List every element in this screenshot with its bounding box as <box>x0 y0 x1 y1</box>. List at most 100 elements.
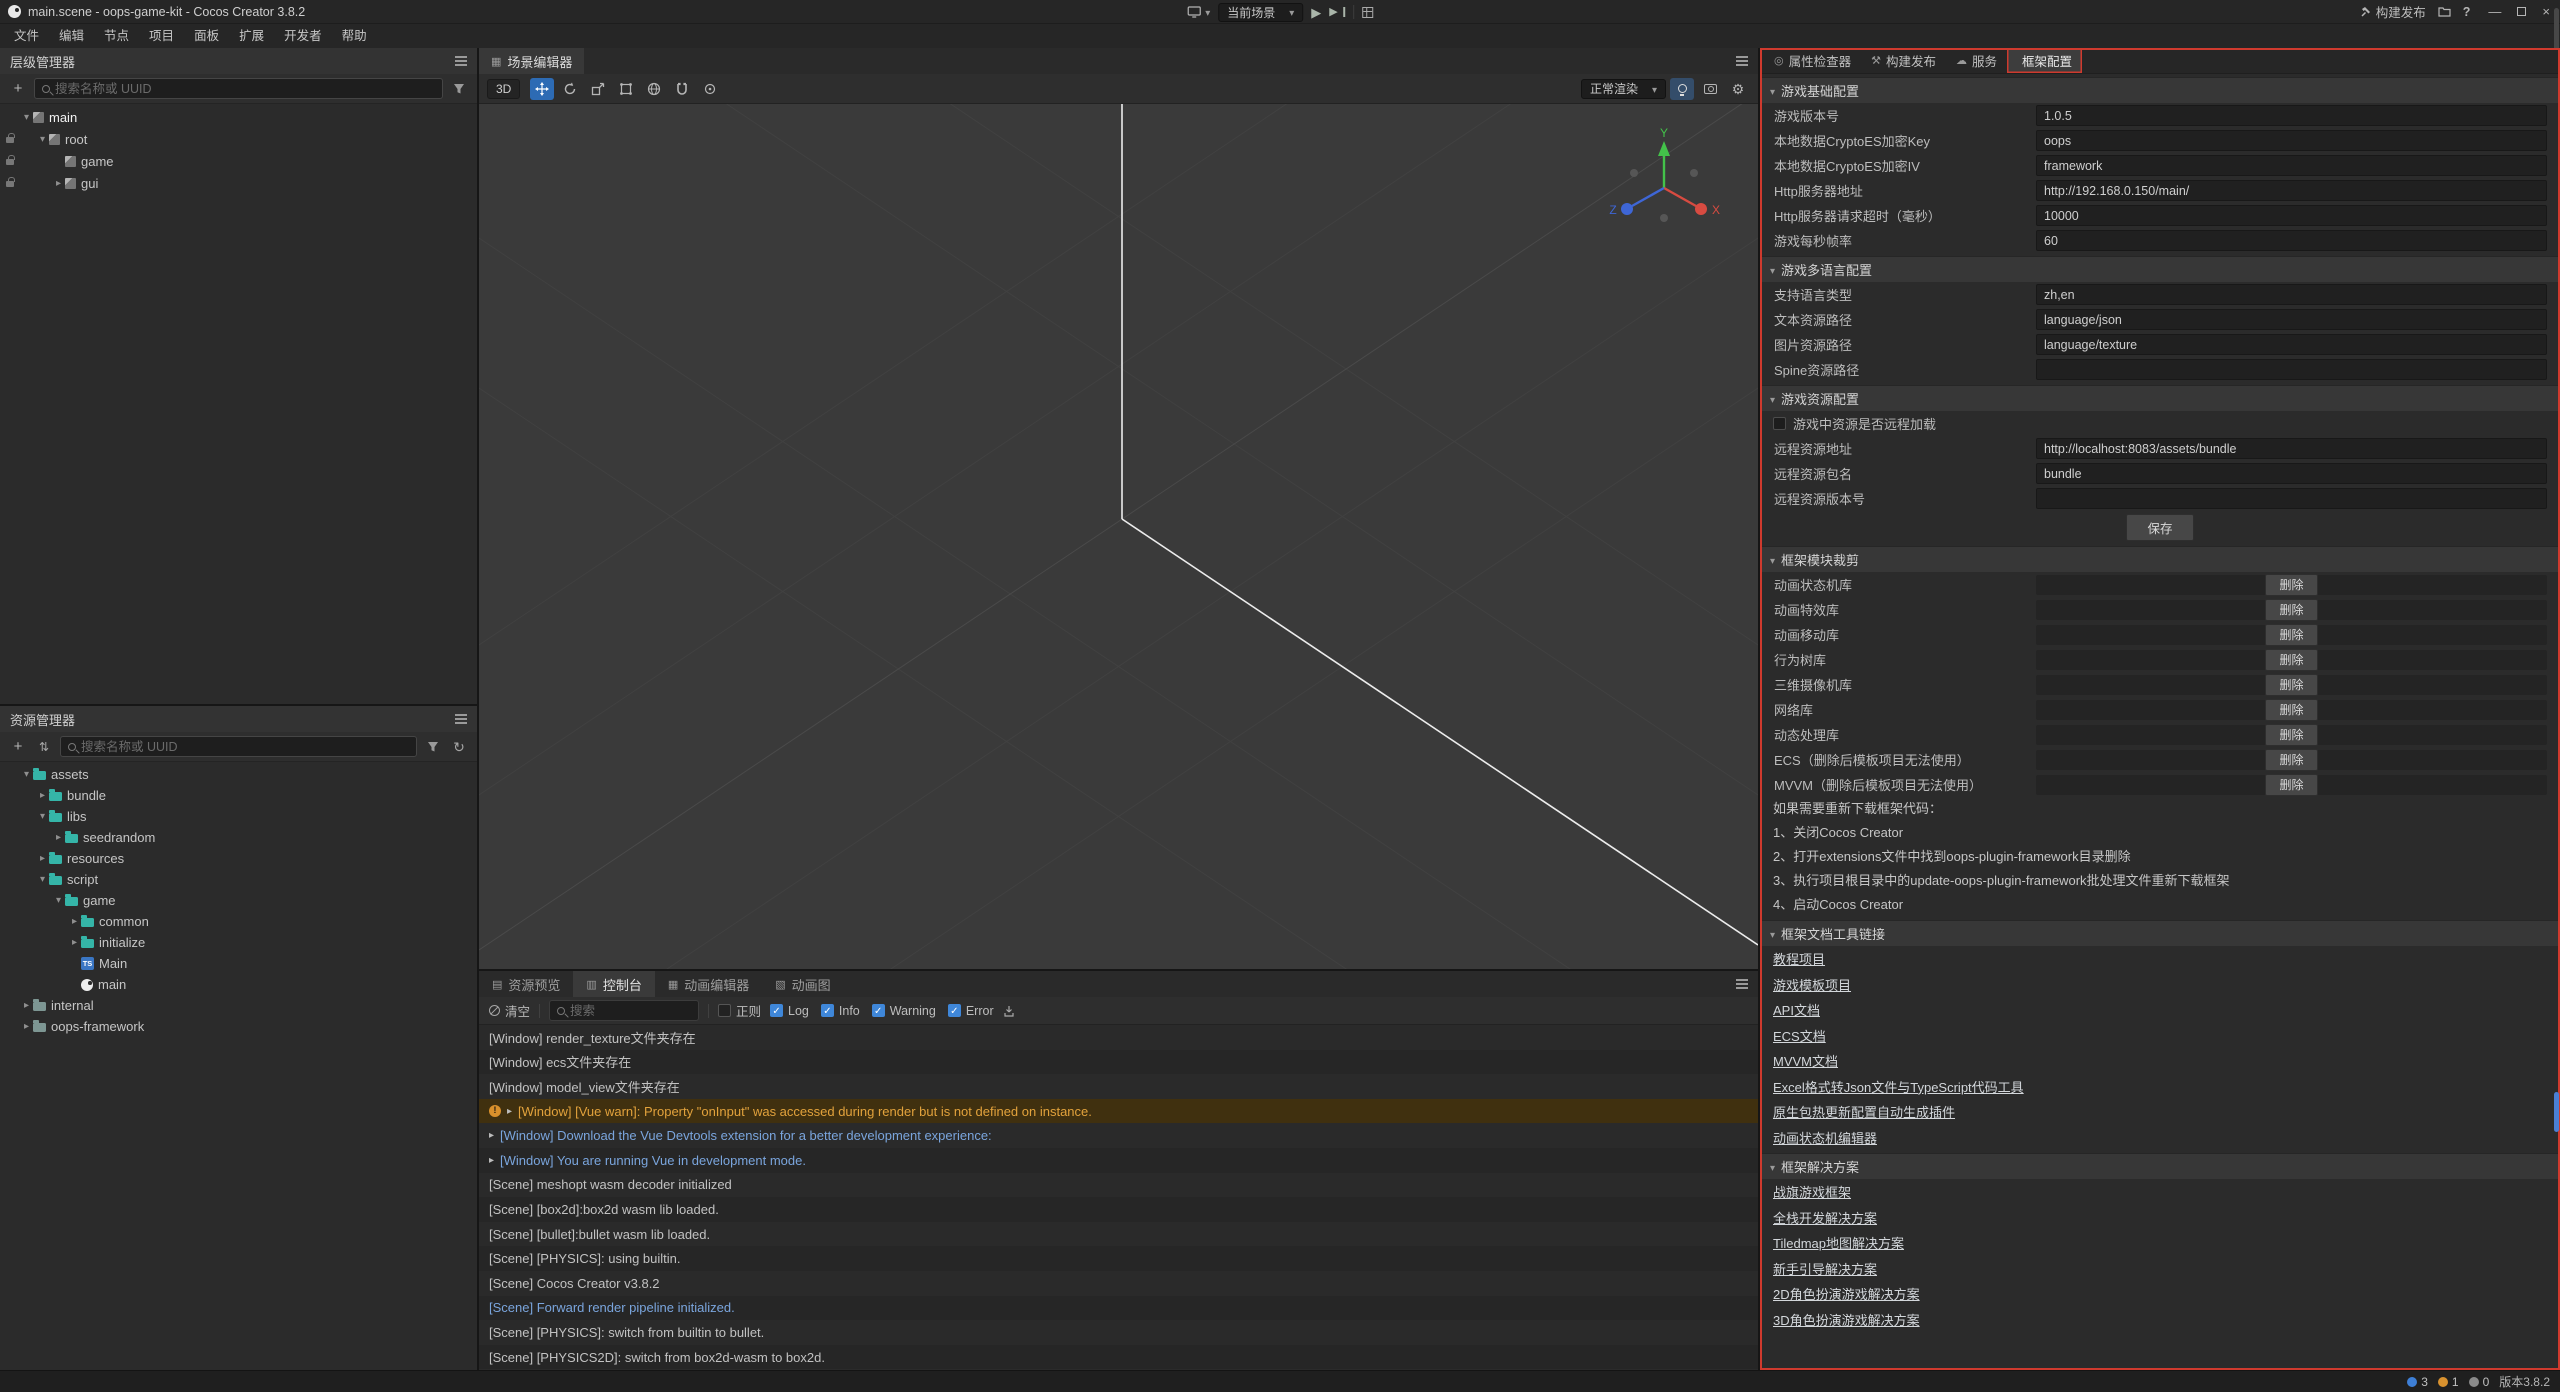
delete-module-button[interactable]: 删除 <box>2265 624 2317 646</box>
maximize-button[interactable] <box>2517 7 2526 16</box>
config-input[interactable] <box>2036 334 2547 355</box>
hierarchy-node[interactable]: game <box>0 150 477 172</box>
solution-link[interactable]: Tiledmap地图解决方案 <box>1760 1230 1904 1256</box>
menu-item[interactable]: 项目 <box>139 24 184 48</box>
pivot-button[interactable] <box>698 78 722 100</box>
log-row[interactable]: [Scene] [PHYSICS]: using builtin. <box>479 1246 1758 1271</box>
asset-item[interactable]: internal <box>0 995 477 1016</box>
delete-module-button[interactable]: 删除 <box>2265 674 2317 696</box>
section-header-solutions[interactable]: 框架解决方案 <box>1760 1153 2560 1179</box>
log-row[interactable]: [Scene] [bullet]:bullet wasm lib loaded. <box>479 1222 1758 1247</box>
asset-item[interactable]: seedrandom <box>0 827 477 848</box>
doc-link[interactable]: ECS文档 <box>1760 1023 1826 1049</box>
log-row[interactable]: [Window] Download the Vue Devtools exten… <box>479 1123 1758 1148</box>
log-filter-checkbox[interactable]: Warning <box>872 1004 936 1018</box>
asset-item[interactable]: assets <box>0 764 477 785</box>
delete-module-button[interactable]: 删除 <box>2265 699 2317 721</box>
inspector-tab[interactable]: 服务 <box>1946 48 2007 73</box>
log-filter-checkbox[interactable]: Error <box>948 1004 994 1018</box>
asset-item[interactable]: script <box>0 869 477 890</box>
render-mode-select[interactable]: 正常渲染 <box>1581 79 1666 99</box>
doc-link[interactable]: 教程项目 <box>1760 946 1825 972</box>
config-input[interactable] <box>2036 230 2547 251</box>
log-row[interactable]: [Scene] [PHYSICS2D]: switch from box2d-w… <box>479 1345 1758 1370</box>
save-button[interactable]: 保存 <box>2126 514 2193 541</box>
lock-icon[interactable] <box>6 181 14 187</box>
asset-item[interactable]: resources <box>0 848 477 869</box>
asset-item[interactable]: Main <box>0 953 477 974</box>
panel-menu-icon[interactable] <box>455 60 467 62</box>
panel-menu-icon[interactable] <box>455 718 467 720</box>
console-tab[interactable]: 动画图 <box>762 971 843 997</box>
hierarchy-search-input[interactable] <box>55 82 435 96</box>
config-input[interactable] <box>2036 205 2547 226</box>
log-row[interactable]: [Window] You are running Vue in developm… <box>479 1148 1758 1173</box>
config-input[interactable] <box>2036 130 2547 151</box>
section-header-docs[interactable]: 框架文档工具链接 <box>1760 920 2560 946</box>
log-filter-checkbox[interactable]: Info <box>821 1004 860 1018</box>
scene-light-toggle[interactable] <box>1670 78 1694 100</box>
assets-search-input[interactable] <box>81 740 409 754</box>
console-search-input[interactable] <box>570 1004 691 1018</box>
asset-item[interactable]: game <box>0 890 477 911</box>
add-asset-button[interactable]: + <box>8 737 28 757</box>
config-input[interactable] <box>2036 359 2547 380</box>
expand-arrow-icon[interactable] <box>20 1021 33 1032</box>
solution-link[interactable]: 2D角色扮演游戏解决方案 <box>1760 1281 1920 1307</box>
minimize-button[interactable]: — <box>2488 5 2501 18</box>
scene-editor-tab[interactable]: ▦ 场景编辑器 <box>479 48 584 74</box>
lock-icon[interactable] <box>6 137 14 143</box>
section-header-resource[interactable]: 游戏资源配置 <box>1760 385 2560 411</box>
expand-arrow-icon[interactable] <box>36 790 49 801</box>
preview-folder-button[interactable] <box>2438 2 2451 22</box>
panel-menu-icon[interactable] <box>1736 983 1748 985</box>
log-row[interactable]: [Window] model_view文件夹存在 <box>479 1074 1758 1099</box>
menu-item[interactable]: 帮助 <box>332 24 377 48</box>
help-button[interactable]: ? <box>2463 2 2471 22</box>
section-header-basic[interactable]: 游戏基础配置 <box>1760 77 2560 103</box>
rect-tool-button[interactable] <box>614 78 638 100</box>
asset-item[interactable]: libs <box>0 806 477 827</box>
console-tab[interactable]: 控制台 <box>573 971 654 997</box>
hierarchy-node[interactable]: root <box>0 128 477 150</box>
regex-toggle[interactable]: 正则 <box>718 1001 761 1020</box>
log-expand-caret[interactable] <box>489 1155 494 1166</box>
export-log-button[interactable] <box>1003 1005 1015 1017</box>
play-button[interactable]: ▶ <box>1311 2 1321 22</box>
config-input[interactable] <box>2036 463 2547 484</box>
mode-3d-button[interactable]: 3D <box>487 79 520 99</box>
menu-item[interactable]: 节点 <box>94 24 139 48</box>
log-row[interactable]: [Scene] meshopt wasm decoder initialized <box>479 1173 1758 1198</box>
delete-module-button[interactable]: 删除 <box>2265 724 2317 746</box>
solution-link[interactable]: 3D角色扮演游戏解决方案 <box>1760 1307 1920 1333</box>
doc-link[interactable]: 原生包热更新配置自动生成插件 <box>1760 1099 1955 1125</box>
solution-link[interactable]: 战旗游戏框架 <box>1760 1179 1851 1205</box>
step-button[interactable]: ▶ <box>1329 2 1344 22</box>
asset-item[interactable]: oops-framework <box>0 1016 477 1037</box>
filter-button[interactable] <box>449 79 469 99</box>
expand-arrow-icon[interactable] <box>20 1000 33 1011</box>
doc-link[interactable]: 游戏模板项目 <box>1760 972 1851 998</box>
expand-arrow-icon[interactable] <box>36 811 49 822</box>
filter-button[interactable] <box>423 737 443 757</box>
doc-link[interactable]: API文档 <box>1760 997 1820 1023</box>
delete-module-button[interactable]: 删除 <box>2265 774 2317 796</box>
config-input[interactable] <box>2036 309 2547 330</box>
log-row[interactable]: [Scene] Forward render pipeline initiali… <box>479 1296 1758 1321</box>
log-row[interactable]: [Scene] [PHYSICS]: switch from builtin t… <box>479 1320 1758 1345</box>
remote-load-checkbox[interactable] <box>1773 417 1786 430</box>
config-input[interactable] <box>2036 105 2547 126</box>
refresh-assets-button[interactable]: ↻ <box>449 737 469 757</box>
error-count-badge[interactable]: 0 <box>2469 1375 2490 1389</box>
inspector-tab[interactable]: 构建发布 <box>1861 48 1946 73</box>
solution-link[interactable]: 全栈开发解决方案 <box>1760 1205 1877 1231</box>
menu-item[interactable]: 扩展 <box>229 24 274 48</box>
delete-module-button[interactable]: 删除 <box>2265 599 2317 621</box>
config-input[interactable] <box>2036 180 2547 201</box>
clear-console-button[interactable]: 清空 <box>489 1001 530 1020</box>
scene-settings-button[interactable]: ⚙ <box>1726 78 1750 100</box>
close-button[interactable]: × <box>2542 5 2550 18</box>
layout-grid-button[interactable] <box>1362 2 1373 22</box>
log-row[interactable]: [Scene] [box2d]:box2d wasm lib loaded. <box>479 1197 1758 1222</box>
log-filter-checkbox[interactable]: Log <box>770 1004 809 1018</box>
